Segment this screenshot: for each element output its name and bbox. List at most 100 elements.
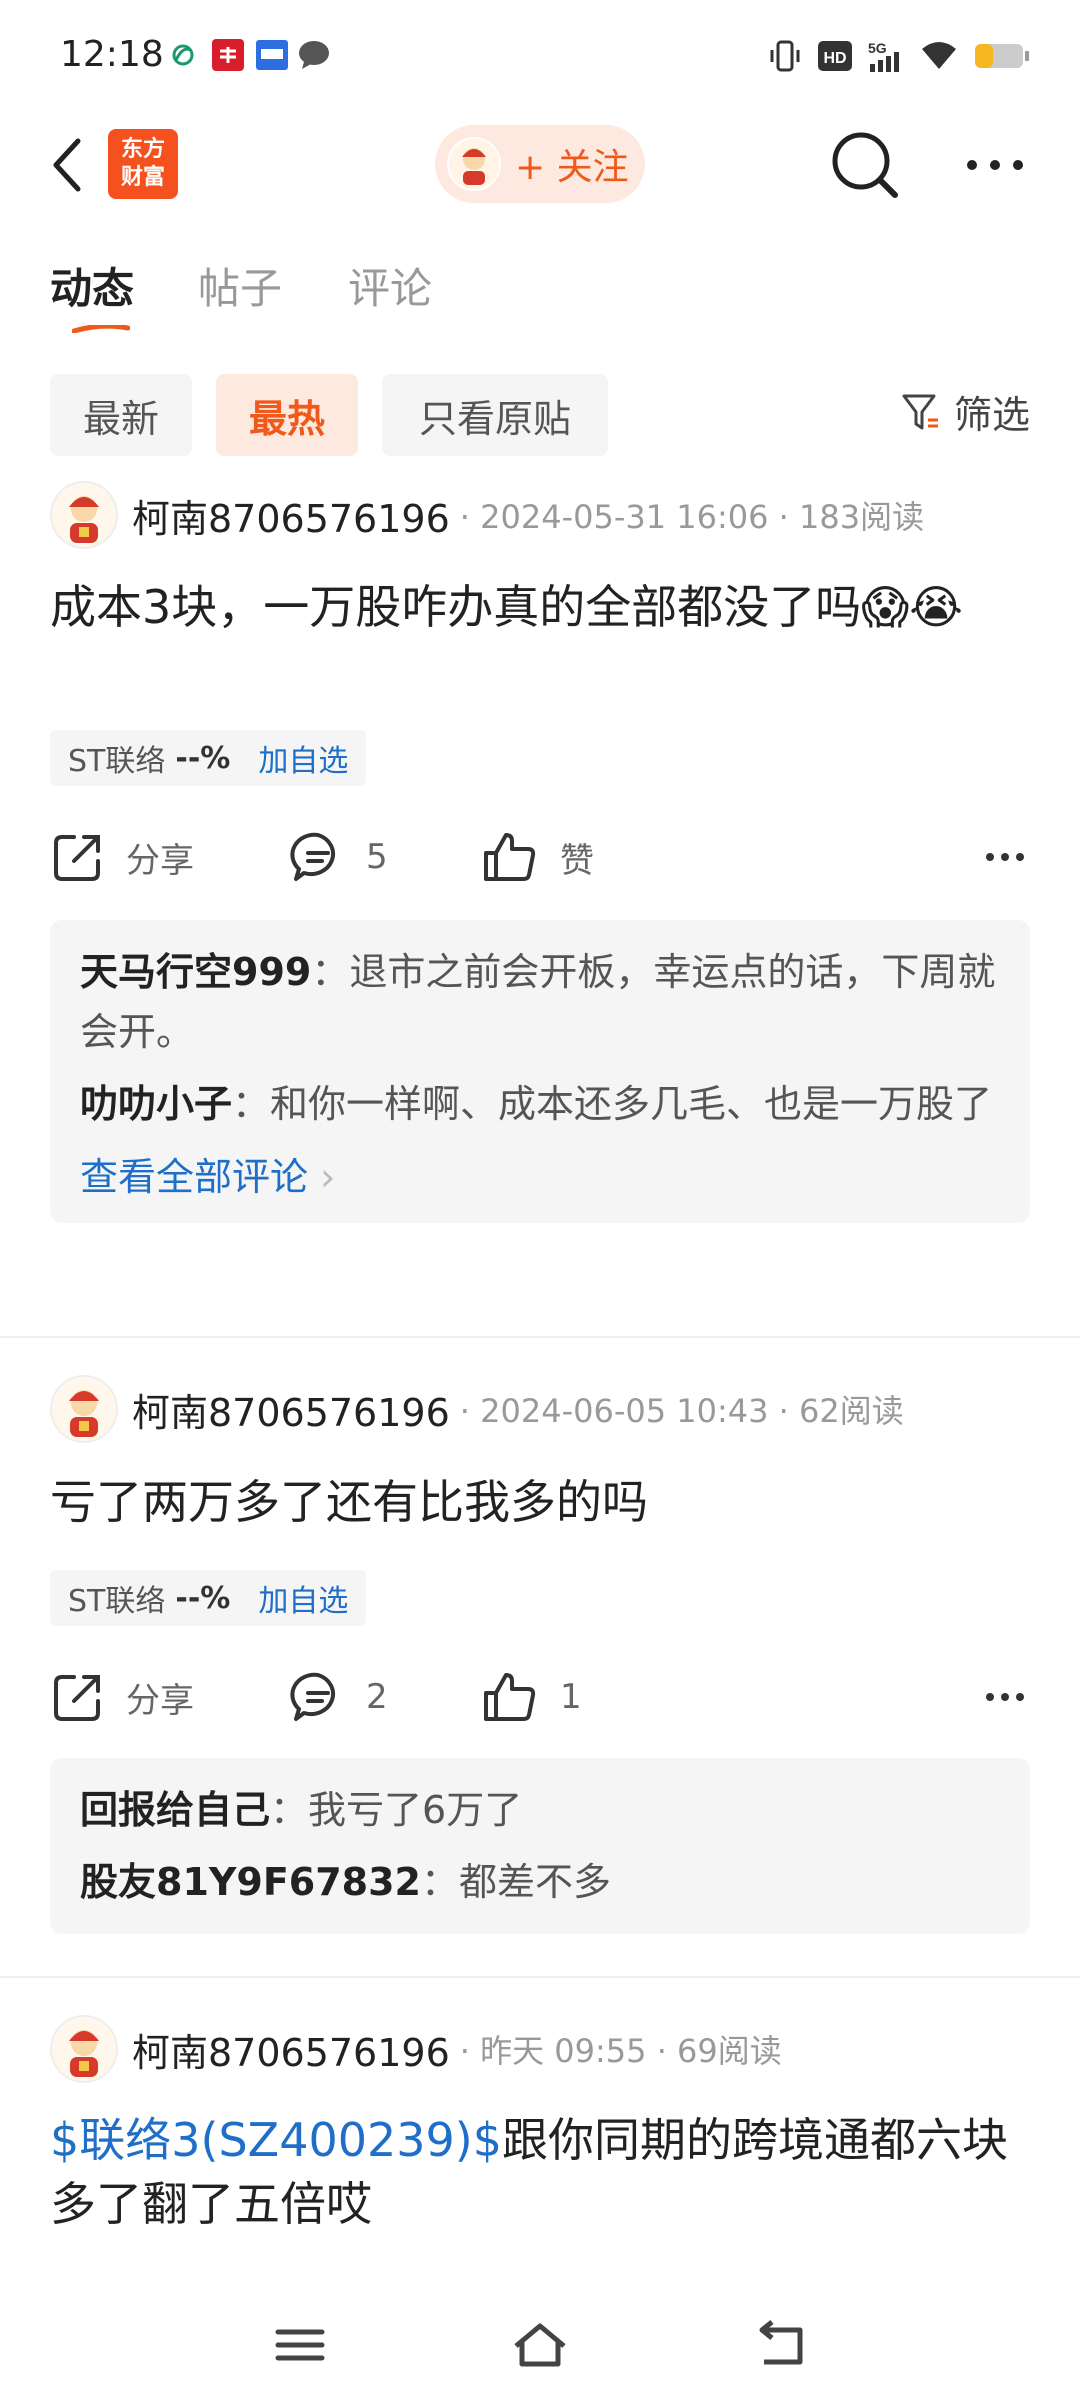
eastmoney-logo: 东方 财富 (108, 129, 178, 199)
hd-icon: HD (818, 41, 852, 71)
follow-label: + 关注 (515, 147, 629, 188)
thumbs-up-icon (484, 1673, 536, 1721)
app-notification-icon (212, 39, 244, 71)
user-avatar[interactable] (50, 1375, 118, 1443)
share-label: 分享 (126, 1680, 194, 1721)
post-content[interactable]: 成本3块，一万股咋办真的全部都没了吗😱😭 (50, 575, 1030, 639)
comment-button[interactable]: 2 (290, 1662, 388, 1732)
svg-text:5G: 5G (868, 40, 887, 56)
user-avatar-icon (447, 137, 501, 191)
like-button[interactable]: 赞 (480, 822, 594, 892)
post-content[interactable]: 亏了两万多了还有比我多的吗 (50, 1470, 1030, 1534)
comment-item[interactable]: 天马行空999：退市之前会开板，幸运点的话，下周就会开。 (80, 942, 1000, 1062)
more-options-icon[interactable] (960, 140, 1030, 190)
post-username[interactable]: 柯南8706576196 (132, 1382, 450, 1437)
comment-author[interactable]: 股友81Y9F67832 (80, 1860, 421, 1904)
post-header: 柯南8706576196 · 2024-05-31 16:06 · 183阅读 (50, 480, 924, 550)
user-avatar[interactable] (50, 2015, 118, 2083)
logo-text-bottom: 财富 (120, 165, 165, 190)
message-icon (299, 41, 329, 69)
stock-change: --% (175, 1580, 231, 1616)
comment-item[interactable]: 叻叻小子：和你一样啊、成本还多几毛、也是一万股了 (80, 1074, 1000, 1134)
chevron-right-icon: › (320, 1155, 336, 1199)
logo-text-top: 东方 (120, 137, 165, 162)
post-more-icon[interactable] (980, 832, 1030, 882)
svg-text:HD: HD (823, 50, 846, 67)
post-meta: · 2024-05-31 16:06 · 183阅读 (459, 498, 925, 536)
post-username[interactable]: 柯南8706576196 (132, 2022, 450, 2077)
post-content[interactable]: $联络3(SZ400239)$跟你同期的跨境通都六块多了翻了五倍哎 (50, 2108, 1030, 2236)
comment-button[interactable]: 5 (290, 822, 388, 892)
chip-latest[interactable]: 最新 (50, 374, 192, 456)
comment-item[interactable]: 回报给自己：我亏了6万了 (80, 1780, 1000, 1840)
china-mobile-icon (172, 44, 194, 66)
tab-comments[interactable]: 评论 (348, 255, 432, 316)
stock-name: ST联络 (68, 744, 166, 779)
menu-icon[interactable] (270, 2320, 330, 2370)
comment-text: 都差不多 (459, 1860, 612, 1904)
view-all-label: 查看全部评论 (80, 1155, 309, 1199)
comment-item[interactable]: 股友81Y9F67832：都差不多 (80, 1852, 1000, 1912)
comment-icon (290, 1672, 336, 1721)
stock-name: ST联络 (68, 1584, 166, 1619)
like-label: 赞 (560, 840, 594, 881)
back-arrow-icon[interactable] (40, 133, 100, 197)
top-nav-bar: 东方 财富 + 关注 (0, 115, 1080, 215)
comment-author[interactable]: 天马行空999 (80, 950, 311, 994)
post-meta: · 昨天 09:55 · 69阅读 (459, 2032, 782, 2070)
wifi-icon (922, 42, 956, 69)
status-indicators: HD 5G (768, 38, 1030, 74)
comment-author[interactable]: 叻叻小子 (80, 1082, 232, 1126)
comment-count: 5 (366, 837, 388, 877)
follow-button[interactable]: + 关注 (435, 125, 645, 203)
filter-icon (902, 394, 938, 429)
user-avatar[interactable] (50, 481, 118, 549)
like-count: 1 (560, 1677, 582, 1717)
search-icon[interactable] (825, 125, 905, 205)
post-more-icon[interactable] (980, 1672, 1030, 1722)
back-icon[interactable] (750, 2320, 810, 2370)
comment-text: 我亏了6万了 (308, 1788, 523, 1832)
comment-author[interactable]: 回报给自己 (80, 1788, 270, 1832)
comment-icon (290, 832, 336, 881)
post-header: 柯南8706576196 · 昨天 09:55 · 69阅读 (50, 2014, 782, 2084)
post-username[interactable]: 柯南8706576196 (132, 488, 450, 543)
filter-button[interactable]: 筛选 (900, 384, 1030, 439)
home-icon[interactable] (510, 2320, 570, 2370)
chip-hottest[interactable]: 最热 (216, 374, 358, 456)
status-time: 12:18 (60, 34, 164, 75)
stock-change: --% (175, 740, 231, 776)
share-button[interactable]: 分享 (50, 822, 194, 892)
status-bar: 12:18 HD 5G (0, 0, 1080, 110)
thumbs-up-icon (484, 833, 536, 881)
share-icon (54, 1675, 100, 1721)
post-divider (0, 1976, 1080, 1978)
vibrate-icon (770, 40, 800, 72)
post-meta: · 2024-06-05 10:43 · 62阅读 (459, 1392, 904, 1430)
tab-dynamic[interactable]: 动态 (50, 255, 134, 316)
post-header: 柯南8706576196 · 2024-06-05 10:43 · 62阅读 (50, 1374, 904, 1444)
stock-mention-link[interactable]: $联络3(SZ400239)$ (50, 2113, 502, 2167)
share-button[interactable]: 分享 (50, 1662, 194, 1732)
like-button[interactable]: 1 (480, 1662, 582, 1732)
post-divider (0, 1336, 1080, 1338)
active-tab-indicator (72, 325, 130, 333)
stock-tag[interactable]: ST联络 --% 加自选 (50, 730, 367, 786)
stock-tag[interactable]: ST联络 --% 加自选 (50, 1570, 367, 1626)
comment-text: 和你一样啊、成本还多几毛、也是一万股了 (270, 1082, 993, 1126)
post-actions: 分享 5 赞 (50, 822, 1030, 892)
app-notification-icon (256, 40, 288, 70)
chip-original-only[interactable]: 只看原贴 (382, 374, 608, 456)
5g-signal-icon: 5G (868, 40, 899, 72)
add-watchlist-link[interactable]: 加自选 (258, 736, 348, 780)
add-watchlist-link[interactable]: 加自选 (258, 1576, 348, 1620)
filter-label: 筛选 (953, 393, 1030, 437)
comment-count: 2 (366, 1677, 388, 1717)
post-actions: 分享 2 1 (50, 1662, 1030, 1732)
comment-preview: 天马行空999：退市之前会开板，幸运点的话，下周就会开。 叻叻小子：和你一样啊、… (50, 920, 1030, 1223)
system-navigation-bar (0, 2290, 1080, 2400)
share-icon (54, 835, 100, 881)
view-all-comments-link[interactable]: 查看全部评论 › (80, 1146, 1000, 1201)
tab-posts[interactable]: 帖子 (198, 255, 282, 316)
battery-icon (975, 44, 1029, 68)
